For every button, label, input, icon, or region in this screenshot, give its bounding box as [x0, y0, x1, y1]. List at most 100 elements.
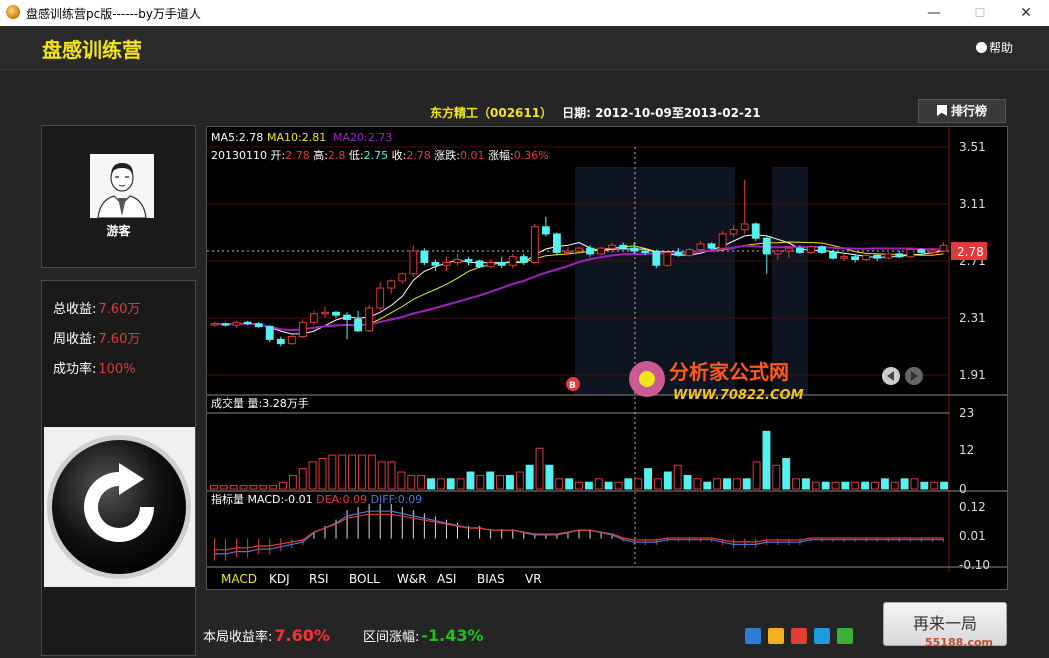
volume-bar [723, 478, 731, 490]
candle-body [586, 247, 594, 255]
indicator-tab[interactable]: KDJ [269, 572, 290, 586]
candle-body [464, 259, 473, 262]
candle-body [575, 247, 583, 252]
share-tencent-icon[interactable] [814, 628, 830, 644]
volume-bar [673, 464, 682, 490]
volume-bar [584, 481, 593, 490]
candle-body [795, 247, 804, 253]
volume-bar [575, 481, 583, 490]
candle-body [365, 307, 374, 332]
ma5-label: MA5:2.78 [211, 131, 263, 144]
macd-tick-label: 0.01 [959, 529, 986, 543]
volume-bar [436, 478, 445, 490]
candle-body [310, 313, 318, 323]
stock-chart[interactable]: 3.51 3.11 2.71 2.31 1.91 23 12 0 0.12 0.01 -0.10 2.… [206, 126, 1008, 590]
round-profit: 本局收益率: 7.60% [203, 626, 330, 645]
indicator-tab[interactable]: W&R [397, 572, 427, 586]
buy-marker-label: B [569, 381, 576, 391]
total-profit-row: 总收益: 7.60万 [53, 298, 140, 317]
volume-bar [841, 481, 850, 490]
quote-part: 涨跌: [431, 148, 460, 162]
volume-bar [683, 474, 692, 490]
volume-bar [663, 471, 672, 490]
volume-bar [377, 461, 386, 490]
site-watermark-url: WWW.70822.COM [673, 388, 804, 403]
help-option[interactable]: 帮助 [976, 39, 1013, 56]
quote-part: 0.36% [514, 149, 549, 162]
quote-part: 2.75 [364, 149, 389, 162]
week-profit-label: 周收益: [53, 332, 97, 347]
quote-line: 20130110 开:2.78 高:2.8 低:2.75 收:2.78 涨跌:0… [211, 148, 549, 162]
volume-bar [831, 481, 840, 490]
indicator-tab[interactable]: BIAS [477, 572, 505, 586]
candle-body [420, 250, 429, 263]
candle-body [398, 273, 407, 282]
volume-bar [308, 461, 317, 490]
volume-bar [772, 464, 781, 490]
site-logo-icon [639, 371, 655, 387]
share-weibo-icon[interactable] [791, 628, 807, 644]
candle-body [773, 250, 782, 255]
share-wechat-icon[interactable] [837, 628, 853, 644]
bottom-bar: 本局收益率: 7.60% 区间涨幅: -1.43% 再来一局 55188.com [0, 602, 1049, 658]
candle-body [906, 249, 915, 258]
range-change-value: -1.43% [421, 626, 484, 645]
volume-bar [357, 454, 366, 490]
candle-body [431, 261, 440, 266]
candle-body [232, 321, 241, 326]
maximize-button[interactable]: ☐ [957, 0, 1003, 26]
refresh-icon [47, 435, 191, 579]
share-plus-icon[interactable] [745, 628, 761, 644]
candle-body [552, 233, 561, 253]
indicator-tab[interactable]: RSI [309, 572, 329, 586]
volume-bar [861, 481, 870, 490]
corner-watermark: 55188.com [925, 636, 993, 649]
volume-bar [752, 461, 761, 490]
volume-bar [486, 471, 495, 490]
indicator-tab[interactable]: VR [525, 572, 542, 586]
volume-bar [732, 478, 741, 490]
volume-bar [801, 478, 810, 490]
candle-body [862, 254, 871, 261]
candle-body [354, 318, 363, 332]
success-rate-value: 100% [98, 362, 136, 377]
candle-body [718, 233, 727, 249]
volume-bar [466, 471, 475, 490]
quote-part: 2.78 [285, 149, 310, 162]
indicator-tab[interactable]: ASI [437, 572, 456, 586]
volume-tick-label: 12 [959, 443, 974, 457]
macd-tick-label: 0.12 [959, 500, 986, 514]
volume-bar [713, 478, 722, 490]
volume-bar [792, 478, 801, 490]
volume-bar [328, 454, 337, 490]
success-rate-label: 成功率: [53, 362, 97, 377]
volume-bar [239, 485, 248, 490]
indicator-tab[interactable]: MACD [221, 572, 257, 586]
site-watermark-name: 分析家公式网 [669, 360, 789, 384]
indicator-part: 指标量 MACD:-0.01 [211, 492, 313, 506]
candle-body [475, 260, 484, 268]
refresh-button[interactable] [44, 427, 195, 587]
candle-body [265, 326, 274, 340]
minimize-button[interactable]: — [911, 0, 957, 26]
volume-bar [555, 478, 564, 490]
indicator-tab[interactable]: BOLL [349, 572, 380, 586]
volume-bar [644, 468, 653, 490]
candle-body [674, 251, 683, 256]
quote-part: 收: [388, 148, 406, 162]
close-button[interactable]: ✕ [1003, 0, 1049, 26]
app-header: 盘感训练营 帮助 [0, 26, 1049, 70]
main-area: 游客 总收益: 7.60万 周收益: 7.60万 成功率: 100% 东方精工（… [0, 70, 1049, 658]
volume-bar [387, 461, 396, 490]
volume-bar [318, 457, 327, 490]
share-qzone-icon[interactable] [768, 628, 784, 644]
app-logo: 盘感训练营 [42, 38, 142, 62]
candle-body [597, 247, 606, 255]
total-profit-label: 总收益: [53, 302, 97, 317]
price-tick-label: 3.11 [959, 197, 986, 211]
candle-body [807, 246, 815, 253]
candle-body [840, 256, 848, 259]
ma10-label: MA10:2.81 [267, 131, 326, 144]
volume-bar [703, 481, 712, 490]
ranking-button[interactable]: 排行榜 [918, 99, 1006, 123]
